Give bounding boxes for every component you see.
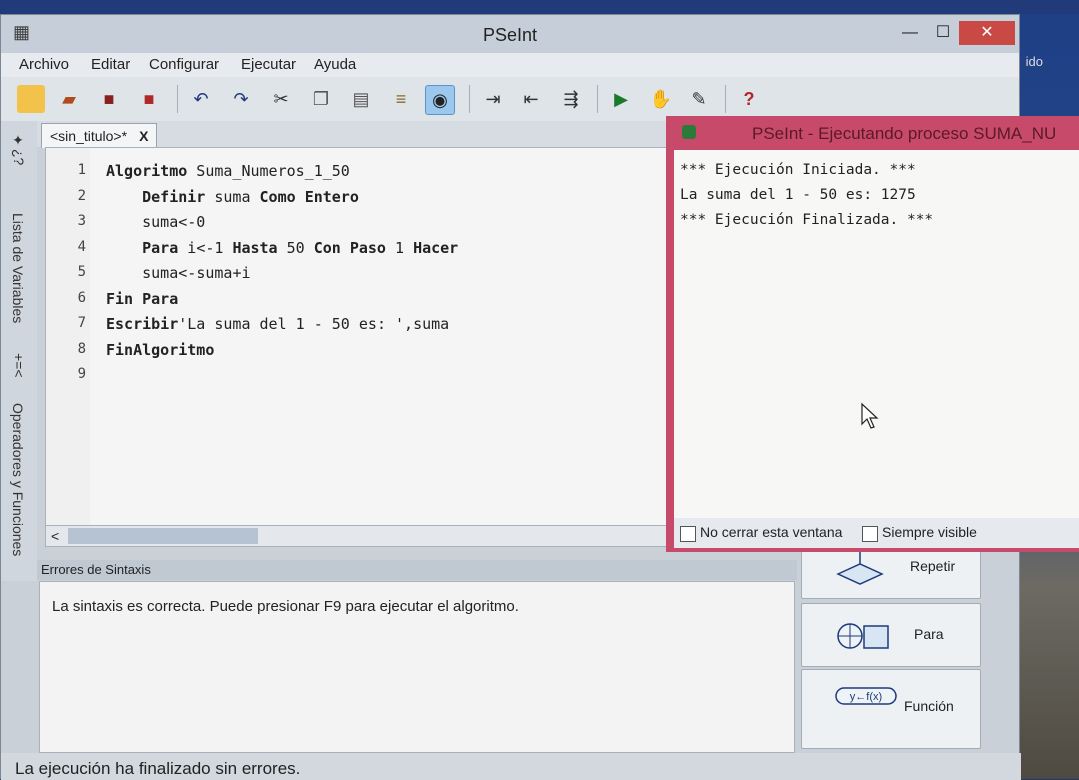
no-close-checkbox[interactable] xyxy=(680,526,696,542)
variables-icon: ✦¿? xyxy=(11,133,27,166)
code-text: Algoritmo Suma_Numeros_1_50 xyxy=(106,162,350,180)
paste-icon[interactable]: ▤ xyxy=(347,85,375,113)
always-visible-label: Siempre visible xyxy=(882,524,977,540)
line-number: 5 xyxy=(77,264,86,280)
output-line: *** Ejecución Finalizada. *** xyxy=(680,212,934,228)
errors-panel: La sintaxis es correcta. Puede presionar… xyxy=(39,581,795,753)
code-line[interactable]: 2 Definir suma Como Entero xyxy=(46,188,646,213)
line-number: 7 xyxy=(77,315,86,331)
status-text: La ejecución ha finalizado sin errores. xyxy=(15,759,301,778)
always-visible-checkbox[interactable] xyxy=(862,526,878,542)
code-text: Fin Para xyxy=(106,289,179,308)
maximize-button[interactable]: ☐ xyxy=(929,21,957,45)
code-line[interactable]: 8 FinAlgoritmo xyxy=(46,341,646,366)
help-icon[interactable]: ? xyxy=(735,85,763,113)
command-para-button[interactable]: Para xyxy=(801,603,981,667)
code-line[interactable]: 3 suma<-0 xyxy=(46,213,646,238)
horizontal-scrollbar[interactable]: < xyxy=(45,525,671,547)
save-icon[interactable]: ■ xyxy=(95,85,123,113)
run-icon[interactable]: ▶ xyxy=(607,85,635,113)
code-line[interactable]: 6 Fin Para xyxy=(46,290,646,315)
code-line[interactable]: 4 Para i<-1 Hasta 50 Con Paso 1 Hacer xyxy=(46,239,646,264)
menu-configurar[interactable]: Configurar xyxy=(149,56,219,73)
redo-icon[interactable]: ↷ xyxy=(227,85,255,113)
function-icon-text: y←f(x) xyxy=(850,691,882,703)
copy-icon[interactable]: ❐ xyxy=(307,85,335,113)
unindent-icon[interactable]: ⇤ xyxy=(517,85,545,113)
execution-output: *** Ejecución Iniciada. *** La suma del … xyxy=(674,150,1079,518)
desktop-taskbar-strip xyxy=(0,0,1079,14)
code-editor[interactable]: 1 Algoritmo Suma_Numeros_1_50 2 Definir su… xyxy=(45,147,671,527)
output-line: *** Ejecución Iniciada. *** xyxy=(680,162,916,178)
code-line[interactable]: 5 suma<-suma+i xyxy=(46,264,646,289)
errors-panel-header: Errores de Sintaxis xyxy=(37,560,797,580)
line-number: 1 xyxy=(77,162,86,178)
execution-options: No cerrar esta ventana Siempre visible xyxy=(674,518,1079,548)
scrollbar-thumb[interactable] xyxy=(68,528,258,544)
command-para-label: Para xyxy=(914,626,944,642)
code-text: suma<-suma+i xyxy=(142,264,251,282)
function-icon: y←f(x) xyxy=(835,687,897,705)
undo-icon[interactable]: ↶ xyxy=(187,85,215,113)
command-repetir-label: Repetir xyxy=(910,558,956,574)
code-text: FinAlgoritmo xyxy=(106,340,215,359)
tab-variables[interactable]: Lista de Variables xyxy=(10,213,26,323)
window-title: PSeInt xyxy=(482,25,538,45)
desktop-label: ido xyxy=(1025,54,1043,69)
output-line: La suma del 1 - 50 es: 1275 xyxy=(680,187,916,203)
close-tab-icon[interactable]: X xyxy=(139,128,148,144)
command-funcion-button[interactable]: y←f(x) Función xyxy=(801,669,981,749)
menu-archivo[interactable]: Archivo xyxy=(19,56,69,73)
line-number: 9 xyxy=(77,366,86,382)
execution-title-bar[interactable]: PSeInt - Ejecutando proceso SUMA_NU xyxy=(666,116,1079,150)
menu-editar[interactable]: Editar xyxy=(91,56,130,73)
code-text: suma<-0 xyxy=(142,213,206,231)
close-button[interactable]: ✕ xyxy=(959,21,1015,45)
code-line[interactable]: 1 Algoritmo Suma_Numeros_1_50 xyxy=(46,162,646,187)
tab-operators[interactable]: Operadores y Funciones xyxy=(10,403,26,556)
run-window-icon xyxy=(682,125,696,139)
title-bar[interactable]: ▦ PSeInt — ☐ ✕ xyxy=(1,15,1019,53)
operators-icon: +=< xyxy=(11,353,27,378)
menu-bar: Archivo Editar Configurar Ejecutar Ayuda xyxy=(1,53,1019,77)
syntax-message: La sintaxis es correcta. Puede presionar… xyxy=(52,598,519,615)
run-step-icon[interactable]: ⇶ xyxy=(557,85,585,113)
code-text: Escribir'La suma del 1 - 50 es: ',suma xyxy=(106,315,450,333)
menu-ejecutar[interactable]: Ejecutar xyxy=(241,56,296,73)
edit-icon[interactable]: ≡ xyxy=(387,85,415,113)
debug-icon[interactable]: ✎ xyxy=(685,85,713,113)
view-selected-icon[interactable]: ◉ xyxy=(425,85,455,115)
code-line[interactable]: 7 Escribir'La suma del 1 - 50 es: ',suma xyxy=(46,315,646,340)
line-number: 8 xyxy=(77,340,86,357)
status-bar: La ejecución ha finalizado sin errores. xyxy=(1,753,1021,780)
minimize-button[interactable]: — xyxy=(896,21,924,45)
mouse-cursor-icon xyxy=(861,402,879,429)
line-number: 2 xyxy=(77,187,86,204)
scroll-left-icon[interactable]: < xyxy=(51,526,59,546)
code-text: Para i<-1 Hasta 50 Con Paso 1 Hacer xyxy=(142,238,459,257)
indent-icon[interactable]: ⇥ xyxy=(479,85,507,113)
save-as-icon[interactable]: ■ xyxy=(135,85,163,113)
execution-title: PSeInt - Ejecutando proceso SUMA_NU xyxy=(752,124,1057,143)
menu-ayuda[interactable]: Ayuda xyxy=(314,56,356,73)
cut-icon[interactable]: ✂ xyxy=(267,85,295,113)
file-tab-label: <sin_titulo>* xyxy=(50,128,128,144)
file-tab[interactable]: <sin_titulo>* X xyxy=(41,123,158,148)
code-line[interactable]: 9 xyxy=(46,366,646,391)
no-close-label: No cerrar esta ventana xyxy=(700,524,843,540)
line-number: 4 xyxy=(77,238,86,255)
side-panel-tabs: ✦¿? Lista de Variables +=< Operadores y … xyxy=(1,121,37,581)
for-loop-icon xyxy=(837,623,889,649)
line-number: 3 xyxy=(77,213,86,229)
run-step-by-step-icon[interactable]: ✋ xyxy=(647,85,675,113)
editor-tab-strip: <sin_titulo>* X xyxy=(37,121,669,148)
new-file-icon[interactable] xyxy=(17,85,45,113)
code-text: Definir suma Como Entero xyxy=(142,187,359,206)
execution-window: PSeInt - Ejecutando proceso SUMA_NU *** … xyxy=(666,116,1079,552)
open-folder-icon[interactable]: ▰ xyxy=(55,85,83,113)
line-number: 6 xyxy=(77,289,86,306)
command-funcion-label: Función xyxy=(904,698,954,714)
